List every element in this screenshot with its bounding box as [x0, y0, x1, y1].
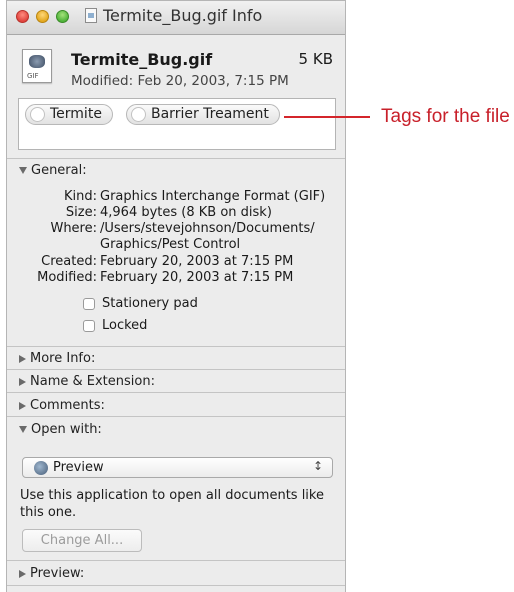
open-with-app-name: Preview	[53, 460, 104, 475]
tags-field[interactable]: Termite Barrier Treament	[18, 98, 336, 150]
divider	[7, 560, 345, 561]
change-all-button[interactable]: Change All...	[22, 529, 142, 552]
close-button[interactable]	[16, 10, 29, 23]
window-title-group: Termite_Bug.gif Info	[85, 6, 262, 25]
divider	[7, 392, 345, 393]
file-size: 5 KB	[298, 50, 333, 68]
file-header: GIF Termite_Bug.gif 5 KB Modified: Feb 2…	[7, 35, 345, 95]
stationery-pad-checkbox[interactable]: Stationery pad	[83, 296, 198, 311]
disclosure-open-icon[interactable]	[19, 167, 27, 174]
disclosure-open-icon[interactable]	[19, 426, 27, 433]
section-name-extension[interactable]: Name & Extension:	[19, 374, 155, 389]
preview-app-icon	[34, 461, 48, 475]
info-window: Termite_Bug.gif Info GIF Termite_Bug.gif…	[6, 0, 346, 592]
stationery-pad-label: Stationery pad	[102, 296, 198, 311]
bug-thumbnail	[29, 55, 45, 68]
zoom-button[interactable]	[56, 10, 69, 23]
where-label: Where:	[50, 221, 97, 236]
section-preview-label: Preview:	[30, 566, 85, 581]
gif-badge: GIF	[27, 72, 39, 80]
disclosure-closed-icon[interactable]	[19, 377, 26, 386]
tag-termite[interactable]: Termite	[25, 104, 113, 125]
section-general-label: General:	[31, 163, 87, 178]
open-with-popup[interactable]: Preview ↕	[22, 457, 333, 478]
disclosure-closed-icon[interactable]	[19, 401, 26, 410]
section-comments-label: Comments:	[30, 398, 105, 413]
kind-label: Kind:	[63, 189, 97, 204]
where-value-cont: Graphics/Pest Control	[100, 237, 241, 252]
disclosure-closed-icon[interactable]	[19, 569, 26, 578]
section-preview[interactable]: Preview:	[19, 566, 84, 581]
kind-value: Graphics Interchange Format (GIF)	[100, 189, 326, 204]
section-more-info-label: More Info:	[30, 351, 96, 366]
created-label: Created:	[41, 254, 97, 269]
section-general[interactable]: General:	[19, 163, 87, 178]
section-comments[interactable]: Comments:	[19, 398, 105, 413]
divider	[7, 369, 345, 370]
size-label: Size:	[65, 205, 97, 220]
section-name-extension-label: Name & Extension:	[30, 374, 155, 389]
modified-label: Modified:	[37, 270, 97, 285]
locked-checkbox[interactable]: Locked	[83, 318, 147, 333]
minimize-button[interactable]	[36, 10, 49, 23]
created-value: February 20, 2003 at 7:15 PM	[100, 254, 294, 269]
divider	[7, 346, 345, 347]
size-value: 4,964 bytes (8 KB on disk)	[100, 205, 272, 220]
gif-file-icon: GIF	[22, 49, 52, 83]
section-open-with-label: Open with:	[31, 422, 102, 437]
modified-value: February 20, 2003 at 7:15 PM	[100, 270, 294, 285]
window-title: Termite_Bug.gif Info	[103, 6, 263, 25]
file-modified: Modified: Feb 20, 2003, 7:15 PM	[71, 73, 289, 89]
file-name: Termite_Bug.gif	[71, 50, 213, 69]
open-with-note: Use this application to open all documen…	[20, 488, 324, 520]
callout-line	[284, 116, 370, 118]
document-icon	[85, 8, 97, 23]
callout-label: Tags for the file	[381, 106, 510, 127]
section-more-info[interactable]: More Info:	[19, 351, 95, 366]
checkbox-box[interactable]	[83, 319, 95, 332]
title-bar[interactable]: Termite_Bug.gif Info	[7, 1, 345, 35]
checkbox-box[interactable]	[83, 297, 95, 310]
tag-barrier-treament[interactable]: Barrier Treament	[126, 104, 280, 125]
popup-arrows-icon: ↕	[312, 459, 323, 473]
section-open-with[interactable]: Open with:	[19, 422, 102, 437]
locked-label: Locked	[102, 318, 148, 333]
disclosure-closed-icon[interactable]	[19, 354, 26, 363]
where-value: /Users/stevejohnson/Documents/	[100, 221, 315, 236]
divider	[7, 585, 345, 586]
divider	[7, 158, 345, 159]
divider	[7, 416, 345, 417]
